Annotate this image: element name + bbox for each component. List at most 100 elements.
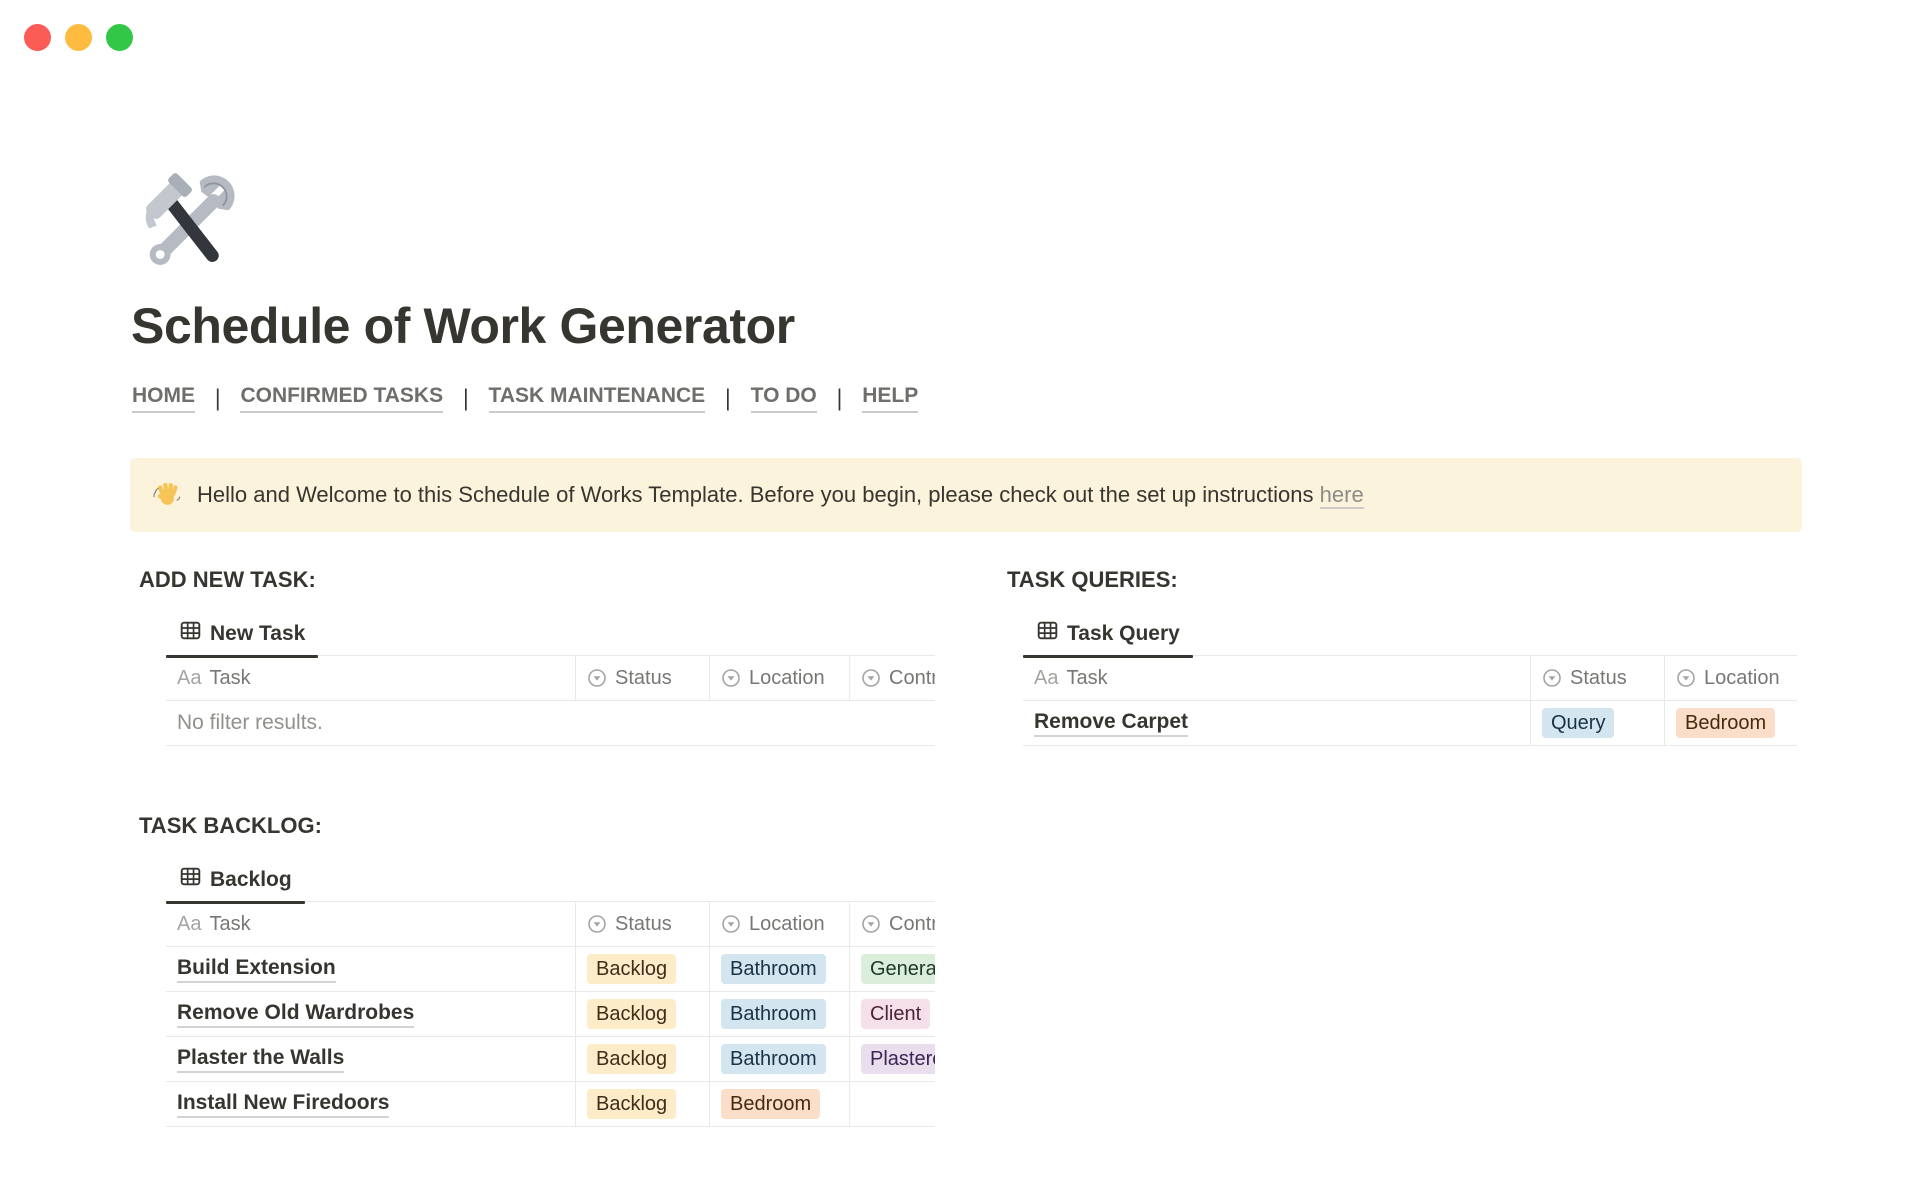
table-view-icon — [1037, 620, 1058, 647]
task-page-link[interactable]: Build Extension — [177, 955, 336, 983]
contractor-cell[interactable]: Plasterer — [850, 1037, 935, 1082]
select-property-icon — [861, 668, 881, 688]
column-header-status[interactable]: Status — [1531, 656, 1665, 701]
column-header-contractor[interactable]: Contractor — [850, 902, 935, 947]
text-property-icon: Aa — [1034, 667, 1058, 690]
select-property-icon — [721, 668, 741, 688]
nav-link-home[interactable]: HOME — [132, 384, 195, 413]
column-header-location[interactable]: Location — [1665, 656, 1797, 701]
minimize-button[interactable] — [65, 24, 92, 51]
text-property-icon: Aa — [177, 667, 201, 690]
backlog-table: BacklogAaTaskStatusLocationContractorBui… — [166, 858, 935, 1127]
table-header-row: Aa Task StatusLocation — [1023, 656, 1797, 701]
table-view-icon — [180, 866, 201, 893]
hammer-and-wrench-icon[interactable] — [130, 164, 246, 280]
column-header-location[interactable]: Location — [710, 656, 850, 701]
status-cell[interactable]: Backlog — [576, 1037, 710, 1082]
location-tag-bathroom[interactable]: Bathroom — [721, 954, 826, 984]
setup-instructions-link[interactable]: here — [1320, 482, 1364, 509]
close-button[interactable] — [24, 24, 51, 51]
nav-link-confirmed-tasks[interactable]: CONFIRMED TASKS — [240, 384, 443, 413]
task-cell[interactable]: Remove Carpet — [1023, 701, 1531, 746]
table-row: Plaster the Walls Backlog Bathroom Plastere… — [166, 1037, 935, 1082]
nav-link-help[interactable]: HELP — [862, 384, 918, 413]
column-header-label: Location — [749, 913, 825, 936]
column-header-label: Task — [209, 667, 250, 690]
status-tag-backlog[interactable]: Backlog — [587, 1089, 676, 1119]
column-header-status[interactable]: Status — [576, 656, 710, 701]
task-page-link[interactable]: Remove Old Wardrobes — [177, 1000, 414, 1028]
column-header-label: Task — [1066, 667, 1107, 690]
task-page-link[interactable]: Install New Firedoors — [177, 1090, 389, 1118]
waving-hand-icon — [151, 480, 182, 511]
section-add-new-task: ADD NEW TASK: New Task Aa Task Status Locati… — [139, 566, 935, 746]
status-cell[interactable]: Backlog — [576, 992, 710, 1037]
zoom-button[interactable] — [106, 24, 133, 51]
location-tag-bathroom[interactable]: Bathroom — [721, 999, 826, 1029]
status-tag-backlog[interactable]: Backlog — [587, 954, 676, 984]
select-property-icon — [1542, 668, 1562, 688]
task-page-link[interactable]: Plaster the Walls — [177, 1045, 344, 1073]
column-header-label: Contractor — [889, 913, 935, 936]
location-cell[interactable]: Bathroom — [710, 992, 850, 1037]
new-task-table: New Task Aa Task Status LocationContractorNo… — [166, 612, 935, 746]
contractor-cell[interactable]: General — [850, 947, 935, 992]
column-header-label: Status — [615, 667, 672, 690]
section-task-backlog: TASK BACKLOG: BacklogAaTaskStatusLocatio… — [139, 812, 935, 1127]
location-cell[interactable]: Bedroom — [710, 1082, 850, 1127]
status-tag-query[interactable]: Query — [1542, 708, 1614, 738]
location-tag-bathroom[interactable]: Bathroom — [721, 1044, 826, 1074]
location-cell[interactable]: Bedroom — [1665, 701, 1797, 746]
contractor-cell[interactable] — [850, 1082, 935, 1127]
empty-results-row: No filter results. — [166, 701, 935, 746]
select-property-icon — [587, 914, 607, 934]
task-cell[interactable]: Install New Firedoors — [166, 1082, 576, 1127]
task-cell[interactable]: Remove Old Wardrobes — [166, 992, 576, 1037]
location-cell[interactable]: Bathroom — [710, 1037, 850, 1082]
column-header-task[interactable]: Aa Task — [1023, 656, 1531, 701]
column-header-task[interactable]: Aa Task — [166, 656, 576, 701]
column-header-contractor[interactable]: Contractor — [850, 656, 935, 701]
section-heading-add-new-task: ADD NEW TASK: — [139, 566, 935, 594]
view-tab-new-task[interactable]: New Task — [166, 612, 318, 655]
table-header-row: AaTaskStatus Location Contractor — [166, 902, 935, 947]
location-tag-bedroom[interactable]: Bedroom — [721, 1089, 820, 1119]
status-cell[interactable]: Backlog — [576, 1082, 710, 1127]
view-tab-backlog[interactable]: Backlog — [166, 858, 305, 901]
view-tab-task-query[interactable]: Task Query — [1023, 612, 1193, 655]
section-heading-task-queries: TASK QUERIES: — [1007, 566, 1797, 594]
contractor-tag-client[interactable]: Client — [861, 999, 930, 1029]
contractor-tag-general[interactable]: General — [861, 954, 935, 984]
nav-separator: | — [725, 385, 730, 411]
nav-separator: | — [463, 385, 468, 411]
select-property-icon — [587, 668, 607, 688]
column-header-label: Task — [209, 913, 250, 936]
callout-text: Hello and Welcome to this Schedule of Wo… — [197, 482, 1314, 507]
status-tag-backlog[interactable]: Backlog — [587, 999, 676, 1029]
table-row: Remove Old Wardrobes Backlog Bathroom Clien… — [166, 992, 935, 1037]
location-tag-bedroom[interactable]: Bedroom — [1676, 708, 1775, 738]
status-tag-backlog[interactable]: Backlog — [587, 1044, 676, 1074]
section-task-queries: TASK QUERIES: Task Query Aa Task StatusLoca… — [1007, 566, 1797, 746]
location-cell[interactable]: Bathroom — [710, 947, 850, 992]
view-tab-label: Task Query — [1067, 622, 1180, 646]
page-title: Schedule of Work Generator — [131, 297, 795, 355]
nav-separator: | — [837, 385, 842, 411]
column-header-location[interactable]: Location — [710, 902, 850, 947]
contractor-cell[interactable]: Client — [850, 992, 935, 1037]
view-tabs-row: Task Query — [1023, 612, 1797, 656]
nav-link-task-maintenance[interactable]: TASK MAINTENANCE — [489, 384, 706, 413]
view-tabs-row: New Task — [166, 612, 935, 656]
status-cell[interactable]: Backlog — [576, 947, 710, 992]
task-cell[interactable]: Build Extension — [166, 947, 576, 992]
table-view-icon — [180, 620, 201, 647]
right-column: TASK QUERIES: Task Query Aa Task StatusLoca… — [1007, 566, 1797, 1186]
status-cell[interactable]: Query — [1531, 701, 1665, 746]
contractor-tag-plasterer[interactable]: Plasterer — [861, 1044, 935, 1074]
column-header-task[interactable]: AaTask — [166, 902, 576, 947]
task-cell[interactable]: Plaster the Walls — [166, 1037, 576, 1082]
task-page-link[interactable]: Remove Carpet — [1034, 709, 1188, 737]
nav-link-to-do[interactable]: TO DO — [751, 384, 817, 413]
column-header-status[interactable]: Status — [576, 902, 710, 947]
left-column: ADD NEW TASK: New TaskAaTaskStatusLocati… — [139, 566, 935, 1186]
